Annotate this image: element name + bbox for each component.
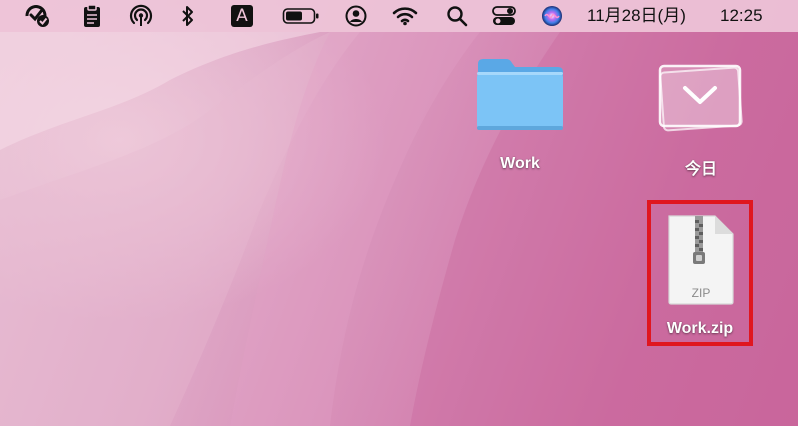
- menubar-time[interactable]: 12:25: [720, 0, 763, 32]
- folder-icon: [477, 59, 563, 130]
- airdrop-icon[interactable]: [127, 4, 155, 28]
- bluetooth-icon[interactable]: [178, 4, 198, 28]
- battery-icon[interactable]: [281, 4, 321, 28]
- desktop-item-label: 今日: [684, 161, 717, 178]
- desktop-item-work-folder[interactable]: Work: [466, 52, 574, 182]
- input-source-icon[interactable]: A: [230, 4, 254, 28]
- control-center-icon[interactable]: [491, 4, 517, 28]
- checkmark-badge-icon[interactable]: [23, 4, 53, 28]
- menu-bar: A 11月28日(月) 12:25: [0, 0, 798, 32]
- desktop-item-today-stack[interactable]: 今日: [646, 52, 756, 182]
- selection-highlight-box: [647, 200, 753, 346]
- desktop-item-label: Work: [500, 155, 540, 172]
- stack-icon: [658, 64, 743, 132]
- wifi-icon[interactable]: [391, 4, 419, 28]
- user-icon[interactable]: [344, 4, 368, 28]
- search-icon[interactable]: [445, 4, 469, 28]
- clipboard-icon[interactable]: [80, 4, 104, 28]
- menubar-date[interactable]: 11月28日(月): [587, 0, 686, 32]
- siri-icon[interactable]: [540, 4, 564, 28]
- input-source-letter: A: [231, 5, 253, 27]
